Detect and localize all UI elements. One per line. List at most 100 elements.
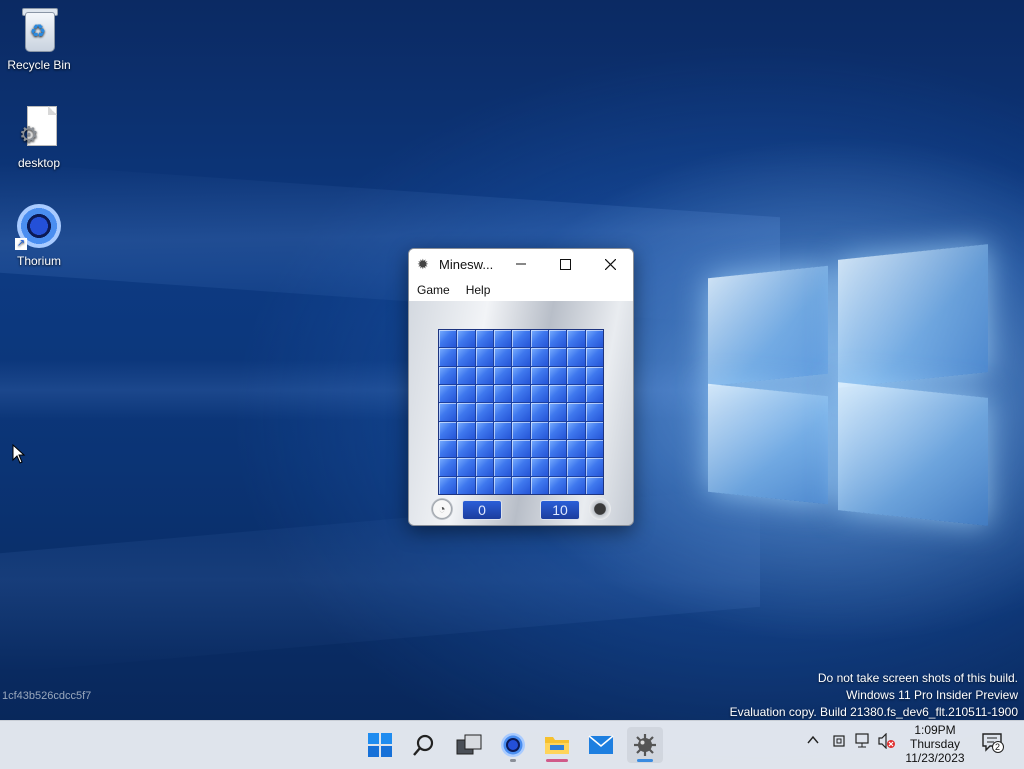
mine-cell[interactable] — [530, 458, 548, 476]
mine-cell[interactable] — [512, 330, 530, 348]
mine-cell[interactable] — [512, 421, 530, 439]
start-button[interactable] — [362, 727, 398, 763]
mine-cell[interactable] — [494, 440, 512, 458]
mine-cell[interactable] — [549, 440, 567, 458]
mine-cell[interactable] — [549, 476, 567, 494]
mine-cell[interactable] — [567, 330, 585, 348]
mine-cell[interactable] — [585, 366, 603, 384]
mine-cell[interactable] — [475, 421, 493, 439]
mine-cell[interactable] — [567, 458, 585, 476]
mine-cell[interactable] — [439, 385, 457, 403]
mine-cell[interactable] — [457, 330, 475, 348]
mine-cell[interactable] — [439, 330, 457, 348]
mine-cell[interactable] — [512, 348, 530, 366]
taskbar-file-explorer[interactable] — [539, 727, 575, 763]
taskbar-mail[interactable] — [583, 727, 619, 763]
mine-cell[interactable] — [585, 476, 603, 494]
mine-cell[interactable] — [494, 348, 512, 366]
desktop-icon-recycle-bin[interactable]: Recycle Bin — [1, 8, 77, 72]
desktop-icon-desktop[interactable]: ⚙ desktop — [1, 106, 77, 170]
maximize-button[interactable] — [543, 249, 588, 279]
mine-cell[interactable] — [585, 458, 603, 476]
mine-cell[interactable] — [585, 348, 603, 366]
mine-cell[interactable] — [475, 348, 493, 366]
taskbar-thorium[interactable] — [495, 727, 531, 763]
mine-cell[interactable] — [439, 403, 457, 421]
mine-cell[interactable] — [439, 366, 457, 384]
mine-cell[interactable] — [585, 403, 603, 421]
mine-cell[interactable] — [457, 385, 475, 403]
mine-cell[interactable] — [567, 403, 585, 421]
taskbar-minesweeper[interactable] — [627, 727, 663, 763]
mine-cell[interactable] — [494, 330, 512, 348]
mine-cell[interactable] — [494, 385, 512, 403]
mine-cell[interactable] — [530, 348, 548, 366]
mine-cell[interactable] — [457, 403, 475, 421]
mine-cell[interactable] — [530, 330, 548, 348]
mine-cell[interactable] — [475, 440, 493, 458]
mine-cell[interactable] — [549, 421, 567, 439]
mine-cell[interactable] — [457, 440, 475, 458]
mine-cell[interactable] — [512, 476, 530, 494]
mine-cell[interactable] — [585, 440, 603, 458]
mine-cell[interactable] — [439, 476, 457, 494]
mine-cell[interactable] — [549, 385, 567, 403]
mine-cell[interactable] — [530, 403, 548, 421]
mine-cell[interactable] — [585, 421, 603, 439]
mine-cell[interactable] — [494, 403, 512, 421]
search-button[interactable] — [406, 727, 442, 763]
device-icon[interactable] — [831, 733, 847, 752]
mine-cell[interactable] — [457, 366, 475, 384]
mine-cell[interactable] — [439, 348, 457, 366]
mine-cell[interactable] — [475, 458, 493, 476]
mine-cell[interactable] — [549, 458, 567, 476]
mine-cell[interactable] — [494, 421, 512, 439]
minimize-button[interactable] — [498, 249, 543, 279]
mine-cell[interactable] — [512, 458, 530, 476]
minesweeper-window[interactable]: ✹ Minesw... Game Help ◔ 0 10 — [408, 248, 634, 526]
mine-cell[interactable] — [585, 385, 603, 403]
mine-cell[interactable] — [512, 366, 530, 384]
mine-cell[interactable] — [475, 366, 493, 384]
mine-cell[interactable] — [494, 458, 512, 476]
desktop-icon-thorium[interactable]: ↗ Thorium — [1, 204, 77, 268]
mine-cell[interactable] — [494, 366, 512, 384]
mine-cell[interactable] — [475, 403, 493, 421]
title-bar[interactable]: ✹ Minesw... — [409, 249, 633, 279]
mine-cell[interactable] — [512, 385, 530, 403]
mine-cell[interactable] — [567, 421, 585, 439]
mine-cell[interactable] — [530, 421, 548, 439]
close-button[interactable] — [588, 249, 633, 279]
mine-cell[interactable] — [457, 421, 475, 439]
mine-cell[interactable] — [439, 421, 457, 439]
mine-cell[interactable] — [475, 476, 493, 494]
menu-game[interactable]: Game — [409, 283, 458, 297]
mine-cell[interactable] — [530, 476, 548, 494]
mine-cell[interactable] — [567, 348, 585, 366]
mine-cell[interactable] — [585, 330, 603, 348]
volume-muted-icon[interactable] — [878, 732, 896, 752]
mine-cell[interactable] — [567, 366, 585, 384]
mine-cell[interactable] — [512, 440, 530, 458]
mine-cell[interactable] — [457, 476, 475, 494]
mine-cell[interactable] — [549, 348, 567, 366]
mine-cell[interactable] — [475, 385, 493, 403]
mine-cell[interactable] — [439, 440, 457, 458]
mine-cell[interactable] — [549, 403, 567, 421]
mine-cell[interactable] — [567, 385, 585, 403]
mine-cell[interactable] — [457, 458, 475, 476]
mine-cell[interactable] — [457, 348, 475, 366]
mine-cell[interactable] — [549, 330, 567, 348]
mine-cell[interactable] — [530, 440, 548, 458]
show-hidden-icons-button[interactable] — [806, 733, 820, 750]
mine-cell[interactable] — [567, 440, 585, 458]
mine-cell[interactable] — [549, 366, 567, 384]
mine-cell[interactable] — [530, 385, 548, 403]
mine-field[interactable] — [438, 329, 604, 495]
task-view-button[interactable] — [451, 727, 487, 763]
network-icon[interactable] — [855, 733, 873, 752]
mine-cell[interactable] — [475, 330, 493, 348]
notification-center-button[interactable]: 2 — [982, 733, 1004, 753]
menu-help[interactable]: Help — [458, 283, 499, 297]
system-clock[interactable]: 1:09PM Thursday 11/23/2023 — [896, 723, 974, 765]
